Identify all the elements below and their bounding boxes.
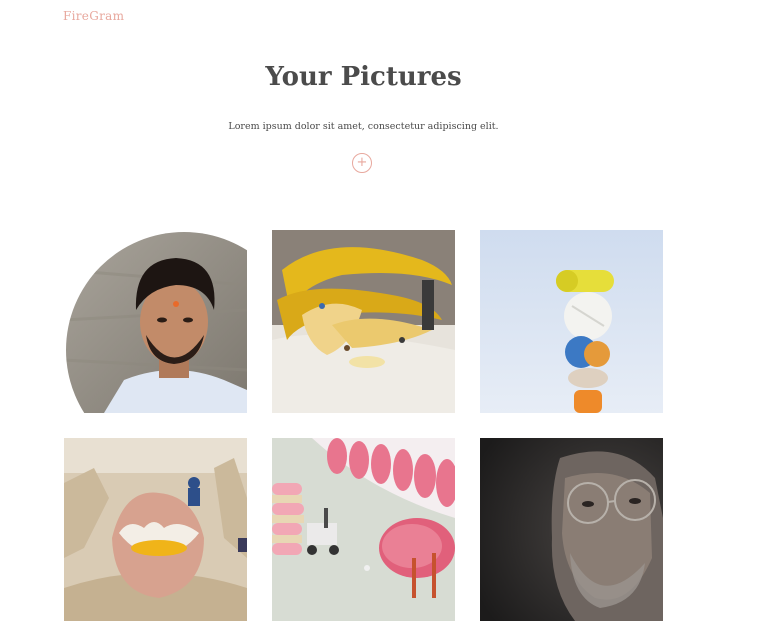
brand-logo[interactable]: FireGram	[63, 9, 124, 23]
gallery-image-bananas[interactable]	[272, 230, 455, 413]
gallery-image-macarons[interactable]	[272, 438, 455, 621]
gallery-image-portrait[interactable]	[64, 230, 247, 413]
man-glasses-image	[480, 438, 663, 621]
bananas-image	[272, 230, 455, 413]
gallery-image-pills[interactable]	[480, 230, 663, 413]
page-subtitle: Lorem ipsum dolor sit amet, consectetur …	[228, 121, 499, 132]
gallery-image-egg[interactable]	[64, 438, 247, 621]
egg-image	[64, 438, 247, 621]
portrait-image	[66, 232, 247, 413]
macarons-image	[272, 438, 455, 621]
page-title: Your Pictures	[265, 62, 462, 92]
pills-image	[480, 230, 663, 413]
add-picture-button[interactable]: +	[352, 153, 372, 173]
gallery-image-man-glasses[interactable]	[480, 438, 663, 621]
